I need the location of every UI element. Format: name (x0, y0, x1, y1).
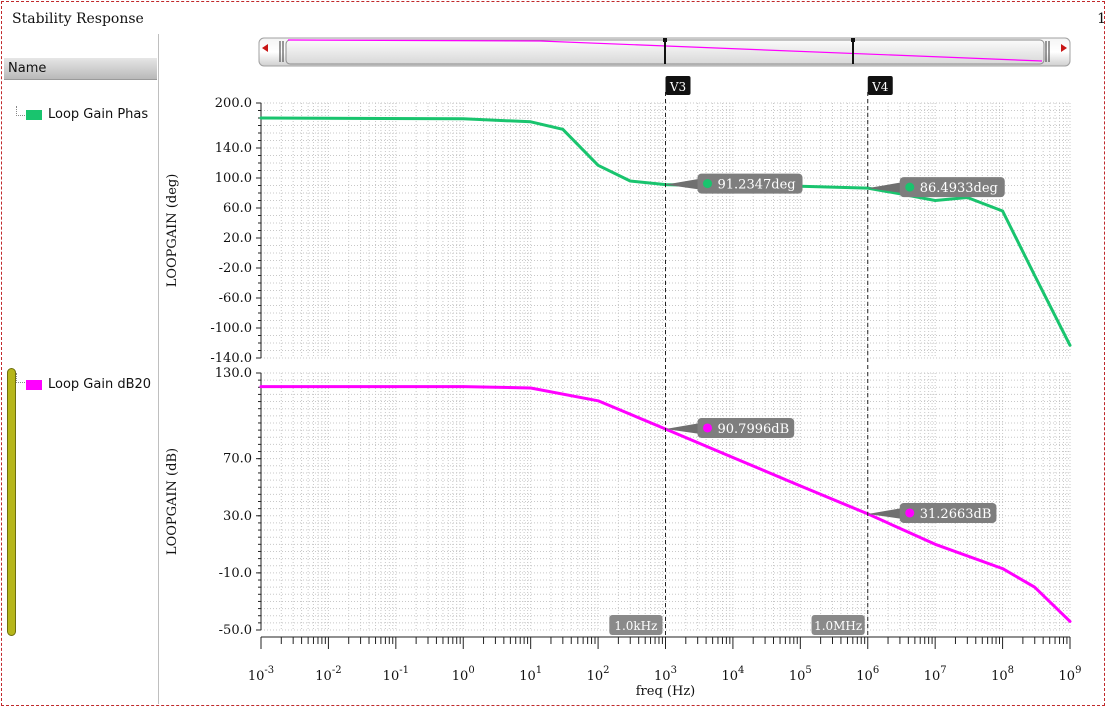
y-tick-label: -10.0 (219, 566, 252, 581)
x-tick-label: 10-2 (315, 665, 341, 684)
y-axis-label: LOOPGAIN (dB) (165, 448, 180, 555)
x-tick-label: 107 (924, 665, 947, 684)
y-tick-label: 20.0 (223, 231, 252, 246)
y-tick-label: -20.0 (219, 261, 252, 276)
x-tick-label: 109 (1059, 665, 1082, 684)
x-tick-label: 10-1 (383, 665, 409, 684)
x-tick-label: 104 (721, 665, 744, 684)
y-tick-label: 140.0 (215, 141, 252, 156)
annotation-label: 91.2347deg (718, 178, 796, 193)
y-tick-label: -100.0 (210, 321, 252, 336)
marker-x-label: 1.0kHz (614, 619, 657, 633)
y-tick-label: 200.0 (215, 96, 252, 111)
annotation-dot (703, 423, 712, 433)
annotation-label: 86.4933deg (920, 181, 998, 196)
x-tick-label: 105 (789, 665, 812, 684)
x-tick-label: 100 (452, 665, 475, 684)
x-tick-label: 103 (654, 665, 677, 684)
y-tick-label: 130.0 (215, 366, 252, 381)
x-tick-label: 101 (519, 665, 542, 684)
x-axis-label: freq (Hz) (636, 684, 696, 699)
annotation-pointer (665, 178, 701, 190)
annotation-dot (703, 179, 712, 189)
chart-svg: 200.0 140.0 100.0 60.0 20.0 -20.0 -60.0 -100.0 -… (165, 37, 1082, 699)
y-tick-label: -140.0 (210, 351, 252, 366)
overview-marker-v4-handle[interactable] (851, 38, 855, 42)
y-tick-label: 100.0 (215, 171, 252, 186)
marker-x-label: 1.0MHz (814, 619, 862, 633)
y-tick-label: -60.0 (219, 291, 252, 306)
y-tick-label: -50.0 (219, 623, 252, 638)
marker-label: V4 (871, 80, 889, 94)
x-tick-label: 10-3 (248, 665, 274, 684)
y-tick-label: 60.0 (223, 201, 252, 216)
overview-scrollbar[interactable] (258, 37, 1071, 67)
x-tick-label: 108 (991, 665, 1014, 684)
annotation-label: 31.2663dB (920, 507, 992, 522)
annotation-dot (905, 508, 915, 518)
x-tick-label: 106 (856, 665, 879, 684)
y-tick-label: 70.0 (223, 452, 252, 467)
y-axis-label: LOOPGAIN (deg) (165, 174, 180, 288)
annotation-label: 90.7996dB (718, 422, 790, 437)
y-tick-label: 30.0 (223, 509, 252, 524)
annotation-dot (905, 182, 915, 192)
overview-marker-v3-handle[interactable] (663, 38, 667, 42)
marker-label: V3 (669, 80, 686, 94)
x-tick-label: 102 (587, 665, 610, 684)
